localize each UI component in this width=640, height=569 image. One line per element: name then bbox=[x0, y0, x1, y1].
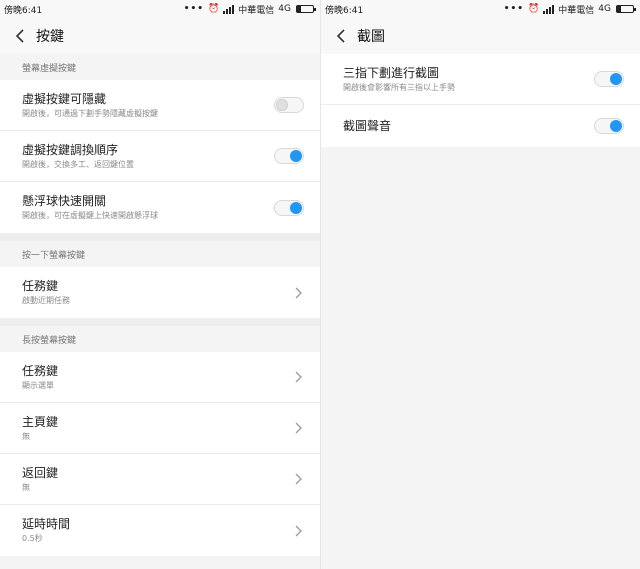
toggle-knob bbox=[276, 99, 288, 111]
group-screenshot: 三指下劃進行截圖 開啟後會影響所有三指以上手勢 截圖聲音 bbox=[321, 54, 640, 147]
row-task-key-press[interactable]: 任務鍵 啟動近期任務 bbox=[0, 267, 320, 318]
row-hide-virtual-keys[interactable]: 虛擬按鍵可隱藏 開啟後，可通過下劃手勢隱藏虛擬按鍵 bbox=[0, 80, 320, 131]
toggle-knob bbox=[610, 120, 622, 132]
section-header-single-press: 按一下螢幕按鍵 bbox=[0, 241, 320, 267]
network-type: 4G bbox=[278, 4, 291, 14]
row-three-finger-screenshot[interactable]: 三指下劃進行截圖 開啟後會影響所有三指以上手勢 bbox=[321, 54, 640, 105]
page-title: 截圖 bbox=[357, 29, 385, 45]
page-title: 按鍵 bbox=[36, 29, 64, 45]
battery-icon bbox=[296, 5, 316, 13]
right-screen: 傍晚6:41 ••• ⏰ 中華電信 4G 截圖 三指下劃進行截圖 開啟後會影響所… bbox=[320, 0, 640, 569]
group-long-press: 任務鍵 顯示選單 主頁鍵 無 返回鍵 無 延時時間 0.5秒 bbox=[0, 352, 320, 556]
section-header-long-press: 長按螢幕按鍵 bbox=[0, 326, 320, 352]
row-title: 虛擬按鍵可隱藏 bbox=[22, 91, 107, 106]
alarm-icon: ⏰ bbox=[208, 4, 220, 14]
row-swap-key-order[interactable]: 虛擬按鍵調換順序 開啟後，交換多工、返回鍵位置 bbox=[0, 131, 320, 182]
row-title: 截圖聲音 bbox=[343, 119, 392, 133]
toggle-knob bbox=[610, 73, 622, 85]
back-arrow-icon[interactable] bbox=[12, 28, 28, 44]
status-bar: 傍晚6:41 ••• ⏰ 中華電信 4G bbox=[321, 0, 640, 18]
toggle-knob bbox=[290, 150, 302, 162]
toggle-switch-on[interactable] bbox=[274, 148, 304, 164]
toggle-switch-on[interactable] bbox=[594, 118, 624, 134]
row-subtitle: 無 bbox=[22, 482, 30, 492]
toggle-knob bbox=[290, 201, 302, 214]
row-subtitle: 開啟後，交換多工、返回鍵位置 bbox=[22, 159, 134, 169]
row-subtitle: 開啟後，可在虛擬鍵上快速開啟懸浮球 bbox=[22, 211, 158, 220]
row-title: 三指下劃進行截圖 bbox=[343, 65, 440, 80]
toggle-switch-off[interactable] bbox=[274, 97, 304, 113]
network-type: 4G bbox=[598, 4, 611, 14]
group-virtual-keys: 虛擬按鍵可隱藏 開啟後，可通過下劃手勢隱藏虛擬按鍵 虛擬按鍵調換順序 開啟後，交… bbox=[0, 80, 320, 233]
chevron-right-icon bbox=[292, 473, 304, 485]
row-subtitle: 開啟後會影響所有三指以上手勢 bbox=[343, 82, 455, 92]
signal-icon bbox=[543, 4, 555, 14]
row-subtitle: 0.5秒 bbox=[22, 534, 43, 543]
title-bar: 按鍵 bbox=[0, 18, 320, 54]
carrier-name: 中華電信 bbox=[558, 5, 595, 16]
status-time: 傍晚6:41 bbox=[325, 5, 364, 16]
toggle-switch-on[interactable] bbox=[594, 71, 624, 87]
status-time: 傍晚6:41 bbox=[4, 5, 43, 16]
chevron-right-icon bbox=[292, 371, 304, 383]
left-screen: 傍晚6:41 ••• ⏰ 中華電信 4G 按鍵 螢幕虛擬按鍵 虛擬按鍵可隱藏 開… bbox=[0, 0, 320, 569]
notification-dots: ••• bbox=[183, 4, 205, 14]
status-bar: 傍晚6:41 ••• ⏰ 中華電信 4G bbox=[0, 0, 320, 18]
section-header-virtual-keys: 螢幕虛擬按鍵 bbox=[0, 54, 320, 80]
carrier-name: 中華電信 bbox=[238, 5, 275, 16]
row-title: 任務鍵 bbox=[22, 363, 59, 378]
title-bar: 截圖 bbox=[321, 18, 640, 54]
row-title: 懸浮球快速開關 bbox=[22, 194, 107, 208]
row-title: 主頁鍵 bbox=[22, 414, 59, 429]
row-title: 返回鍵 bbox=[22, 465, 59, 480]
row-delay-time[interactable]: 延時時間 0.5秒 bbox=[0, 505, 320, 556]
row-subtitle: 啟動近期任務 bbox=[22, 296, 70, 305]
row-back-key-long[interactable]: 返回鍵 無 bbox=[0, 454, 320, 505]
chevron-right-icon bbox=[292, 287, 304, 299]
notification-dots: ••• bbox=[503, 4, 525, 14]
battery-icon bbox=[616, 5, 636, 13]
group-single-press: 任務鍵 啟動近期任務 bbox=[0, 267, 320, 318]
row-subtitle: 開啟後，可通過下劃手勢隱藏虛擬按鍵 bbox=[22, 108, 158, 118]
row-subtitle: 顯示選單 bbox=[22, 380, 54, 390]
row-home-key-long[interactable]: 主頁鍵 無 bbox=[0, 403, 320, 454]
toggle-switch-on[interactable] bbox=[274, 199, 304, 216]
row-floating-ball[interactable]: 懸浮球快速開關 開啟後，可在虛擬鍵上快速開啟懸浮球 bbox=[0, 182, 320, 233]
row-task-key-long[interactable]: 任務鍵 顯示選單 bbox=[0, 352, 320, 403]
back-arrow-icon[interactable] bbox=[333, 28, 349, 44]
chevron-right-icon bbox=[292, 525, 304, 537]
chevron-right-icon bbox=[292, 422, 304, 434]
row-title: 任務鍵 bbox=[22, 279, 59, 293]
row-title: 虛擬按鍵調換順序 bbox=[22, 142, 119, 157]
signal-icon bbox=[223, 4, 235, 14]
row-title: 延時時間 bbox=[22, 517, 71, 531]
row-subtitle: 無 bbox=[22, 431, 30, 441]
alarm-icon: ⏰ bbox=[528, 4, 540, 14]
row-screenshot-sound[interactable]: 截圖聲音 bbox=[321, 105, 640, 147]
